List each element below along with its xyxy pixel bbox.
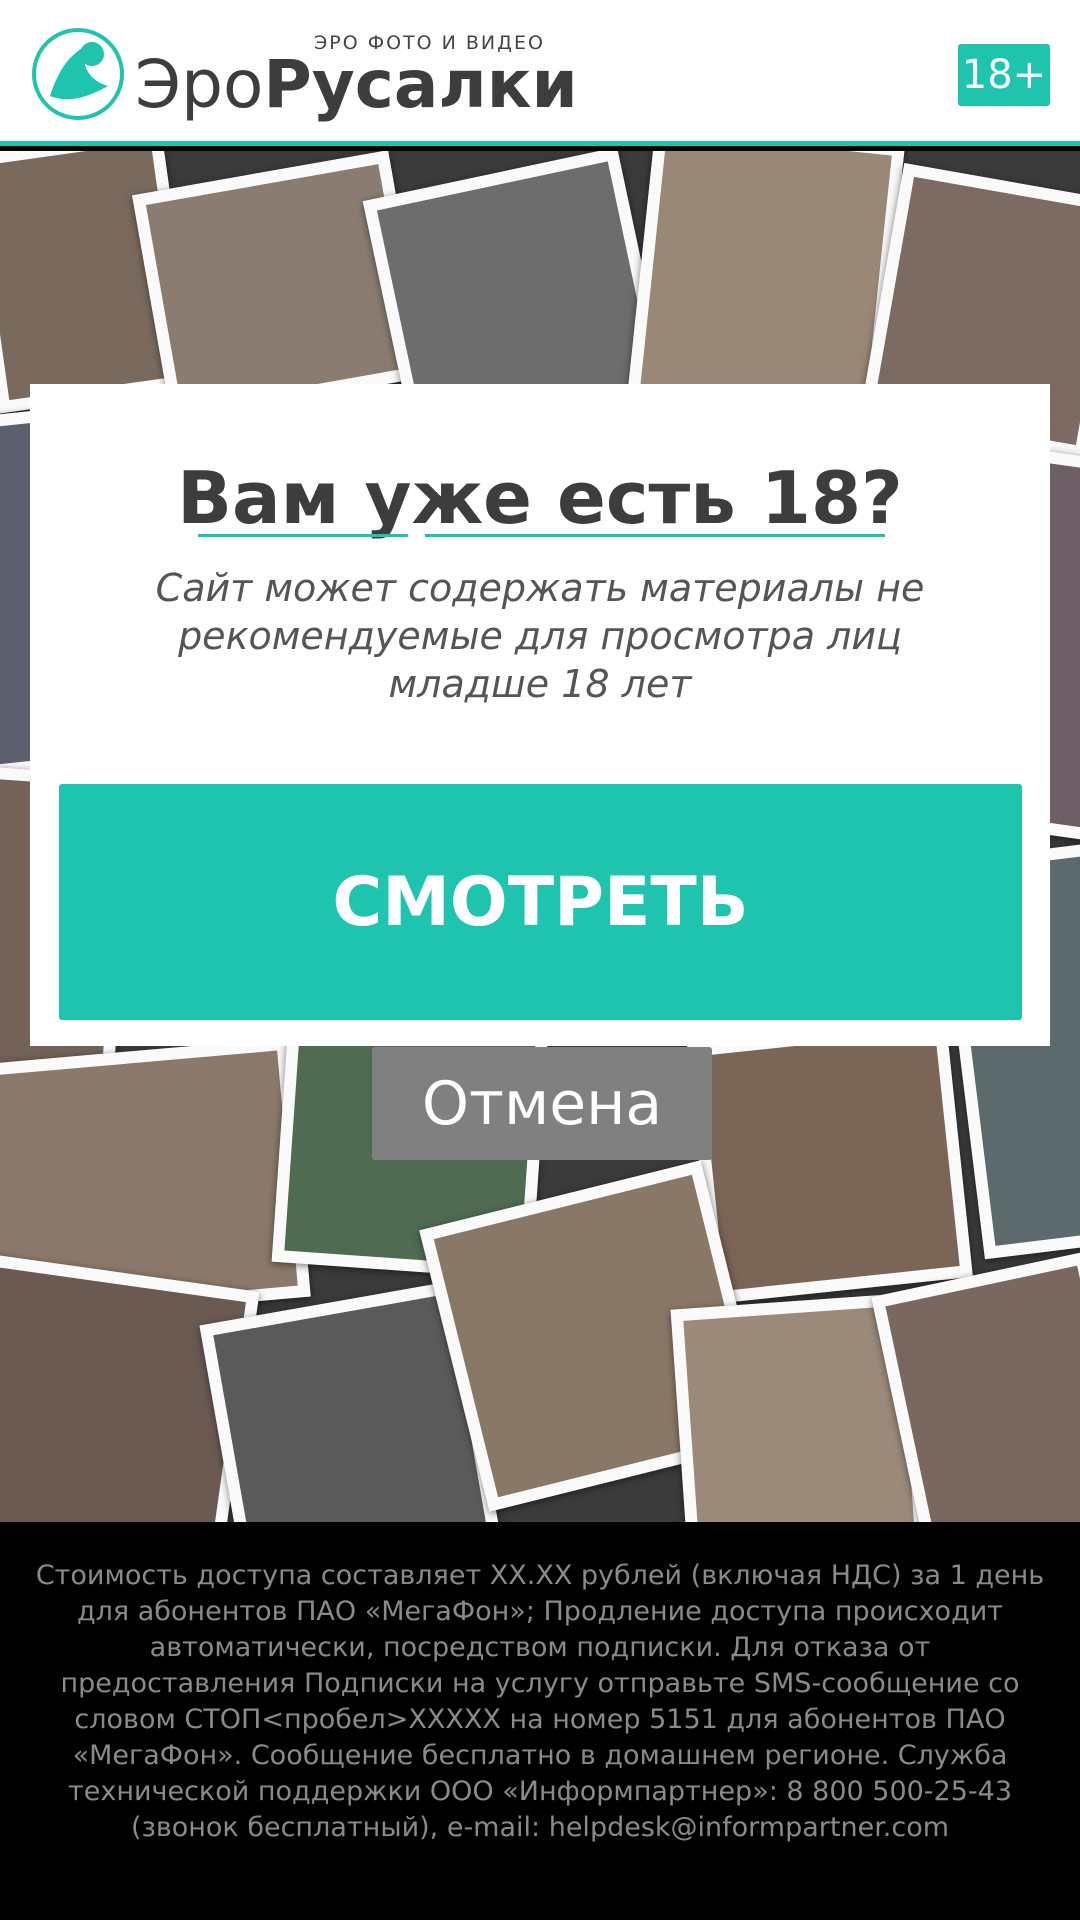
title-underline (198, 534, 408, 537)
modal-title: Вам уже есть 18? (177, 456, 903, 540)
age-badge: 18+ (958, 44, 1050, 106)
age-confirmation-modal: Вам уже есть 18? Сайт может содержать ма… (30, 384, 1050, 1046)
logo-name: ЭроРусалки (135, 46, 578, 123)
site-logo[interactable]: ЭРО ФОТО И ВИДЕО ЭроРусалки (30, 24, 578, 124)
title-underline (425, 534, 885, 537)
logo-name-light: Эро (135, 46, 264, 123)
watch-button[interactable]: СМОТРЕТЬ (59, 784, 1022, 1020)
header: ЭРО ФОТО И ВИДЕО ЭроРусалки 18+ (0, 0, 1080, 146)
subscription-terms-text: Стоимость доступа составляет XX.XX рубле… (35, 1560, 1045, 1843)
logo-name-bold: Русалки (263, 46, 578, 123)
modal-warning-text: Сайт может содержать материалы не рекоме… (155, 566, 925, 706)
mermaid-flower-icon (32, 28, 124, 120)
background-tile (687, 1018, 973, 1304)
footer: Стоимость доступа составляет XX.XX рубле… (0, 1522, 1080, 1920)
cancel-button[interactable]: Отмена (372, 1047, 712, 1160)
